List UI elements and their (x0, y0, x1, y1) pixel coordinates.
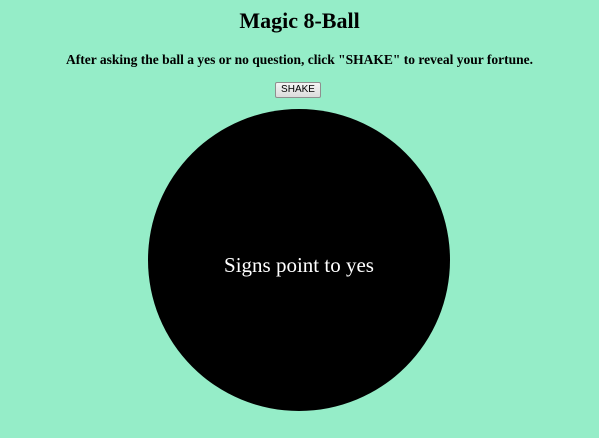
fortune-text: Signs point to yes (224, 253, 374, 277)
instructions-text: After asking the ball a yes or no questi… (66, 52, 533, 67)
magic-8-ball: Signs point to yes (148, 109, 450, 411)
shake-button[interactable]: SHAKE (275, 82, 321, 98)
page-title: Magic 8-Ball (239, 8, 360, 33)
